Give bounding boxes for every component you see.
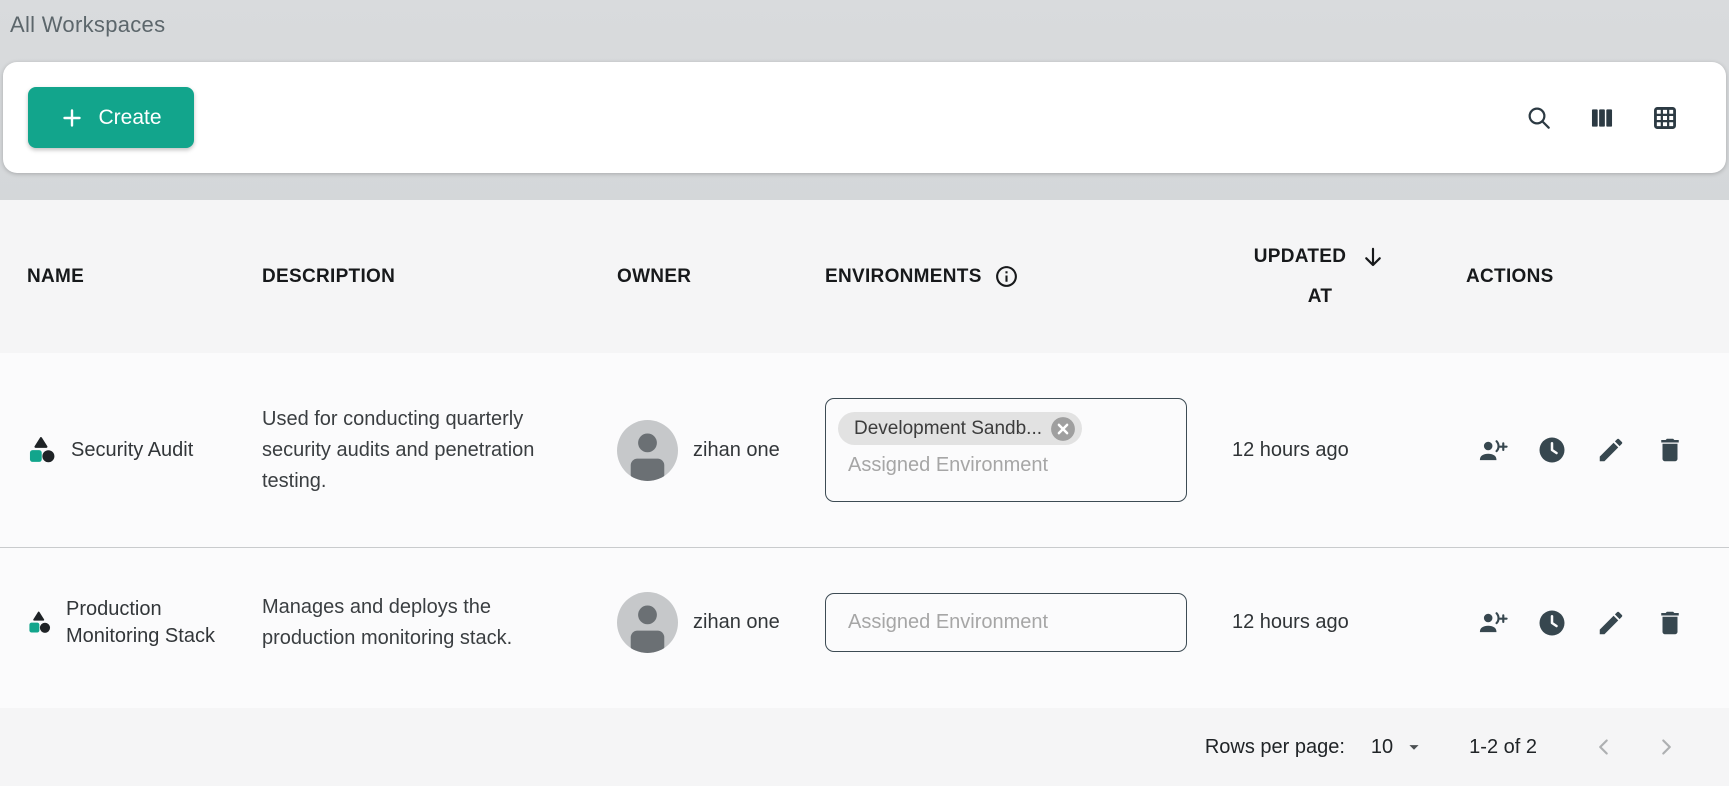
column-header-name[interactable]: NAME [0, 266, 262, 288]
name-cell: Security Audit [0, 434, 262, 466]
updated-at-value: 12 hours ago [1232, 439, 1466, 462]
table-bottom-spacer [0, 697, 1729, 708]
info-icon[interactable] [994, 264, 1019, 289]
environments-select[interactable]: Development Sandb... Assigned Environmen… [825, 398, 1187, 502]
actions-cell [1466, 608, 1729, 638]
owner-cell: zihan one [617, 420, 825, 481]
avatar [617, 592, 678, 653]
rows-per-page-select[interactable]: 10 [1371, 736, 1425, 759]
owner-name: zihan one [693, 439, 780, 462]
column-header-updated-at[interactable]: UPDATED AT [1232, 237, 1408, 317]
edit-icon[interactable] [1596, 608, 1626, 638]
actions-cell [1466, 435, 1729, 465]
create-button-label: Create [98, 106, 161, 130]
history-clock-icon[interactable] [1537, 435, 1567, 465]
environment-chip[interactable]: Development Sandb... [838, 412, 1082, 445]
updated-at-line1: UPDATED [1254, 237, 1387, 277]
environments-cell: Development Sandb... Assigned Environmen… [825, 398, 1232, 502]
pagination-bar: Rows per page: 10 1-2 of 2 [0, 708, 1729, 786]
history-clock-icon[interactable] [1537, 608, 1567, 638]
sort-descending-arrow-icon[interactable] [1360, 244, 1386, 270]
environments-placeholder: Assigned Environment [838, 454, 1174, 477]
workspace-name: Security Audit [71, 437, 193, 464]
page: All Workspaces Create NAME DESCRIPTION O… [0, 0, 1729, 786]
page-title: All Workspaces [0, 0, 1729, 62]
create-button[interactable]: Create [28, 87, 194, 148]
owner-cell: zihan one [617, 592, 825, 653]
column-header-actions: ACTIONS [1466, 266, 1729, 288]
toolbar-icons [1524, 103, 1680, 133]
search-icon[interactable] [1524, 103, 1554, 133]
rows-per-page-value: 10 [1371, 736, 1393, 759]
column-header-owner[interactable]: OWNER [617, 266, 825, 288]
person-add-icon[interactable] [1478, 608, 1508, 638]
updated-at-label: UPDATED [1254, 237, 1347, 277]
workspace-shapes-icon [27, 434, 58, 466]
next-page-icon[interactable] [1651, 732, 1681, 762]
rows-per-page-label: Rows per page: [1205, 736, 1345, 759]
workspace-description: Used for conducting quarterly security a… [262, 404, 562, 497]
environment-chip-label: Development Sandb... [854, 418, 1042, 440]
previous-page-icon[interactable] [1589, 732, 1619, 762]
workspace-name: Production Monitoring Stack [66, 596, 231, 650]
workspace-shapes-icon [27, 609, 53, 636]
pagination-range: 1-2 of 2 [1469, 736, 1537, 759]
toolbar: Create [3, 62, 1726, 173]
dropdown-arrow-icon [1403, 736, 1425, 758]
owner-name: zihan one [693, 611, 780, 634]
edit-icon[interactable] [1596, 435, 1626, 465]
environments-select[interactable]: Assigned Environment [825, 593, 1187, 652]
environments-placeholder: Assigned Environment [838, 611, 1048, 634]
column-header-environments[interactable]: ENVIRONMENTS [825, 264, 1232, 289]
column-header-description[interactable]: DESCRIPTION [262, 266, 617, 288]
remove-environment-icon[interactable] [1050, 416, 1076, 442]
workspace-description: Manages and deploys the production monit… [262, 592, 562, 654]
table-header-row: NAME DESCRIPTION OWNER ENVIRONMENTS UPDA… [0, 200, 1729, 353]
delete-icon[interactable] [1655, 608, 1685, 638]
plus-icon [60, 106, 84, 130]
view-columns-icon[interactable] [1587, 103, 1617, 133]
updated-at-label-line2: AT [1308, 277, 1333, 317]
environments-cell: Assigned Environment [825, 593, 1232, 652]
avatar [617, 420, 678, 481]
delete-icon[interactable] [1655, 435, 1685, 465]
table-row-production-monitoring-stack: Production Monitoring Stack Manages and … [0, 547, 1729, 697]
updated-at-value: 12 hours ago [1232, 611, 1466, 634]
grid-view-icon[interactable] [1650, 103, 1680, 133]
workspaces-table: NAME DESCRIPTION OWNER ENVIRONMENTS UPDA… [0, 200, 1729, 786]
table-row-security-audit: Security Audit Used for conducting quart… [0, 353, 1729, 547]
environments-header-label: ENVIRONMENTS [825, 266, 982, 288]
name-cell: Production Monitoring Stack [0, 596, 262, 650]
person-add-icon[interactable] [1478, 435, 1508, 465]
